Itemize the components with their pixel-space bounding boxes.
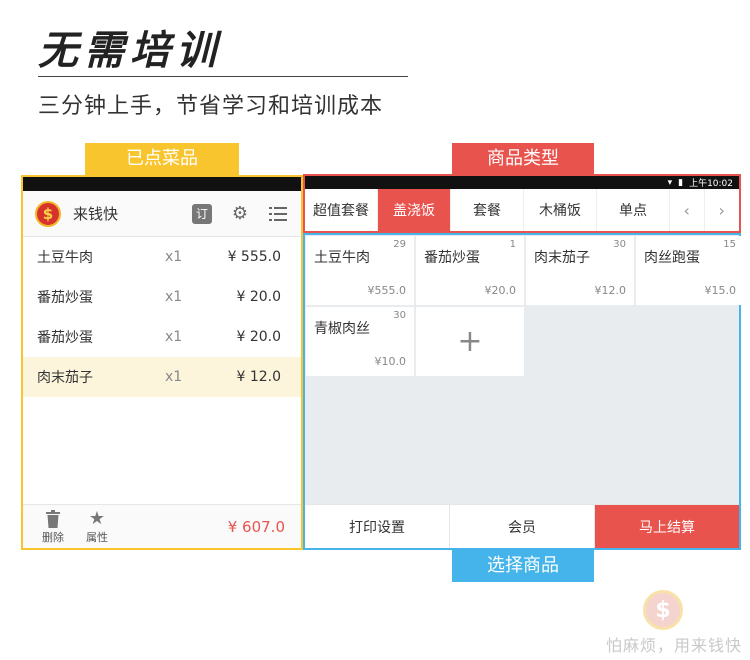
tabs-next-button[interactable]: › (705, 189, 739, 231)
member-button[interactable]: 会员 (450, 505, 595, 548)
order-item-price: ¥ 20.0 (236, 289, 281, 305)
ordered-items-panel: $ 来钱快 订 ⚙ 土豆牛肉 x1 ¥ 555.0 番茄炒蛋 x1 ¥ 20.0 (21, 175, 303, 550)
gear-icon: ⚙ (231, 203, 249, 224)
app-logo-icon: $ (35, 200, 61, 227)
product-price: ¥10.0 (374, 355, 407, 368)
order-item-name: 番茄炒蛋 (37, 330, 93, 346)
hero-title: 无需培训 (38, 27, 222, 74)
order-item-price: ¥ 555.0 (227, 249, 281, 265)
order-item-qty: x1 (165, 329, 183, 345)
battery-icon: ▮ (678, 177, 684, 188)
chevron-left-icon: ‹ (683, 200, 690, 220)
product-stock: 15 (723, 239, 736, 250)
ordered-items-label: 已点菜品 (85, 143, 239, 175)
app-header: $ 来钱快 订 ⚙ (23, 191, 301, 237)
product-name: 肉末茄子 (534, 250, 590, 266)
list-icon (269, 206, 287, 221)
delete-label: 删除 (42, 530, 64, 544)
product-card[interactable]: 青椒肉丝 30 ¥10.0 (306, 307, 414, 376)
tab-rice-bowl[interactable]: 盖浇饭 (378, 189, 451, 231)
add-product-button[interactable]: + (416, 307, 524, 376)
product-name: 番茄炒蛋 (424, 250, 480, 266)
product-grid: 土豆牛肉 29 ¥555.0 番茄炒蛋 1 ¥20.0 肉末茄子 30 ¥12.… (305, 235, 744, 377)
plus-icon: + (457, 324, 483, 359)
order-item-qty: x1 (165, 249, 183, 265)
product-stock: 30 (613, 239, 626, 250)
order-row[interactable]: 番茄炒蛋 x1 ¥ 20.0 (23, 277, 301, 317)
wifi-icon: ▾ (667, 177, 673, 188)
tab-super-combo[interactable]: 超值套餐 (305, 189, 378, 231)
order-item-name: 土豆牛肉 (37, 250, 93, 266)
product-card[interactable]: 肉丝跑蛋 15 ¥15.0 (636, 236, 744, 305)
order-item-name: 肉末茄子 (37, 370, 93, 386)
order-list: 土豆牛肉 x1 ¥ 555.0 番茄炒蛋 x1 ¥ 20.0 番茄炒蛋 x1 ¥… (23, 237, 301, 397)
product-name: 肉丝跑蛋 (644, 250, 700, 266)
product-price: ¥20.0 (484, 284, 517, 297)
order-total: ¥ 607.0 (227, 517, 285, 536)
category-tabs: 超值套餐 盖浇饭 套餐 木桶饭 单点 ‹ › (305, 189, 739, 231)
order-item-price: ¥ 12.0 (236, 369, 281, 385)
product-stock: 30 (393, 310, 406, 321)
tabs-prev-button[interactable]: ‹ (670, 189, 705, 231)
product-card[interactable]: 土豆牛肉 29 ¥555.0 (306, 236, 414, 305)
watermark-text: 怕麻烦，用来钱快 (605, 636, 742, 655)
product-price: ¥555.0 (367, 284, 407, 297)
delete-button[interactable]: 删除 (33, 509, 73, 545)
star-icon: ★ (88, 507, 106, 529)
order-item-price: ¥ 20.0 (236, 329, 281, 345)
product-price: ¥12.0 (594, 284, 627, 297)
attribute-button[interactable]: ★ 属性 (77, 507, 117, 545)
menu-button[interactable] (265, 201, 291, 227)
order-row[interactable]: 番茄炒蛋 x1 ¥ 20.0 (23, 317, 301, 357)
product-price: ¥15.0 (704, 284, 737, 297)
hero-subtitle: 三分钟上手，节省学习和培训成本 (38, 94, 384, 119)
order-row-selected[interactable]: 肉末茄子 x1 ¥ 12.0 (23, 357, 301, 397)
tab-bucket-rice[interactable]: 木桶饭 (524, 189, 597, 231)
status-bar: ▾ ▮ 上午10:02 (305, 176, 739, 189)
order-item-name: 番茄炒蛋 (37, 290, 93, 306)
app-name: 来钱快 (73, 205, 119, 223)
chevron-right-icon: › (718, 200, 725, 220)
category-panel: ▾ ▮ 上午10:02 超值套餐 盖浇饭 套餐 木桶饭 单点 ‹ › (303, 174, 741, 233)
category-label: 商品类型 (452, 143, 594, 175)
product-stock: 29 (393, 239, 406, 250)
order-icon: 订 (192, 203, 212, 224)
product-card[interactable]: 番茄炒蛋 1 ¥20.0 (416, 236, 524, 305)
tab-set-meal[interactable]: 套餐 (451, 189, 524, 231)
trash-icon (46, 509, 60, 528)
hero-divider (38, 76, 408, 77)
select-product-label: 选择商品 (452, 550, 594, 582)
product-stock: 1 (509, 239, 516, 250)
action-bar: 打印设置 会员 马上结算 (305, 504, 739, 548)
settings-button[interactable]: ⚙ (227, 201, 253, 227)
print-settings-button[interactable]: 打印设置 (305, 505, 450, 548)
product-card[interactable]: 肉末茄子 30 ¥12.0 (526, 236, 634, 305)
order-footer: 删除 ★ 属性 ¥ 607.0 (23, 504, 301, 548)
order-item-qty: x1 (165, 369, 183, 385)
product-name: 土豆牛肉 (314, 250, 370, 266)
order-row[interactable]: 土豆牛肉 x1 ¥ 555.0 (23, 237, 301, 277)
product-panel: 土豆牛肉 29 ¥555.0 番茄炒蛋 1 ¥20.0 肉末茄子 30 ¥12.… (303, 233, 744, 550)
order-button[interactable]: 订 (189, 201, 215, 227)
watermark-coin-icon: $ (643, 590, 683, 630)
status-bar (23, 177, 301, 191)
order-item-qty: x1 (165, 289, 183, 305)
status-time: 上午10:02 (689, 179, 733, 189)
tab-single-item[interactable]: 单点 (597, 189, 670, 231)
checkout-button[interactable]: 马上结算 (595, 505, 739, 548)
product-name: 青椒肉丝 (314, 321, 370, 337)
attribute-label: 属性 (86, 530, 108, 544)
